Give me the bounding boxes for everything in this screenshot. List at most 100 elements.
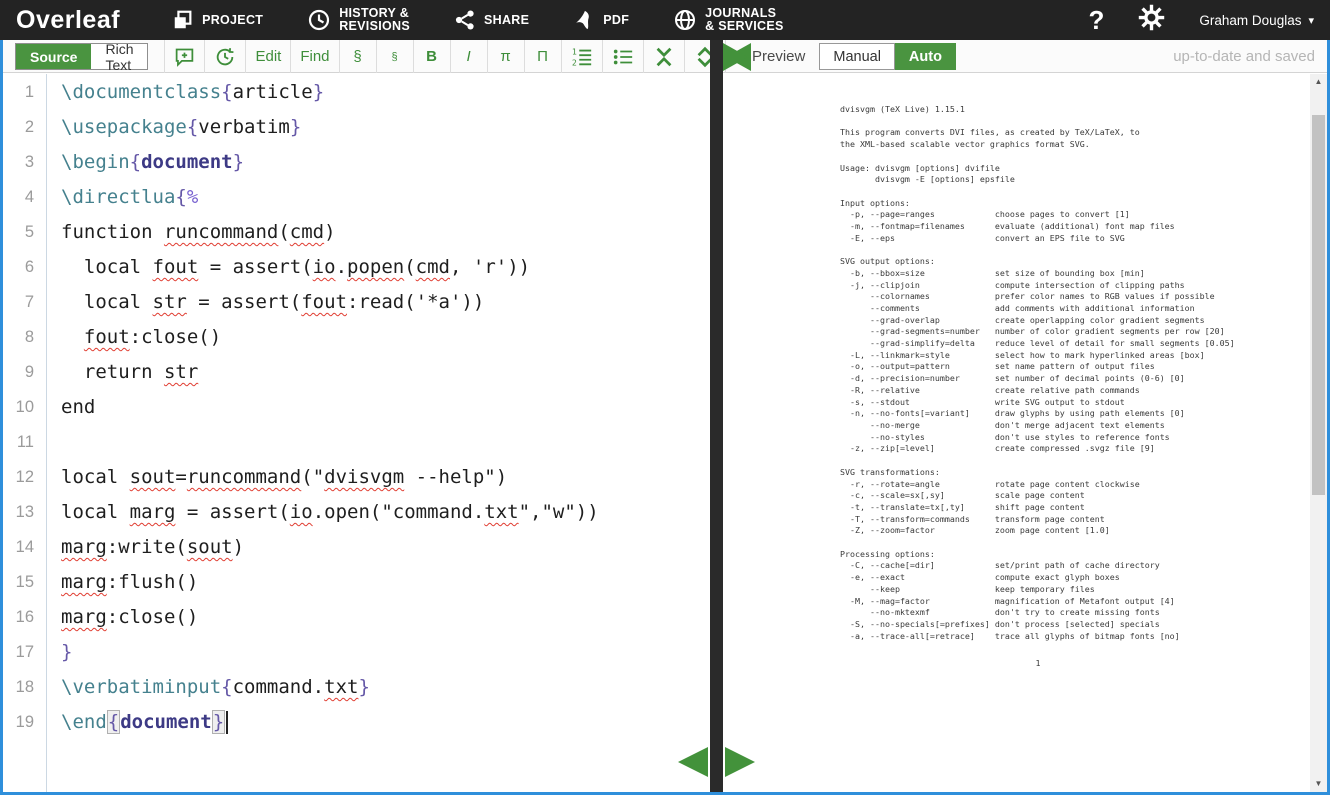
- nav-project-label: PROJECT: [202, 14, 263, 27]
- user-menu[interactable]: Graham Douglas ▾: [1199, 13, 1314, 28]
- code-line[interactable]: function runcommand(cmd): [61, 215, 710, 250]
- inline-math-button[interactable]: π: [488, 40, 525, 73]
- source-editor[interactable]: 12345678910111213141516171819 \documentc…: [3, 74, 710, 792]
- tab-rich-text[interactable]: Rich Text: [91, 44, 147, 69]
- expand-preview-arrow-bottom[interactable]: [725, 747, 755, 777]
- user-name: Graham Douglas: [1199, 13, 1301, 28]
- section-button[interactable]: §: [340, 40, 377, 73]
- numbered-list-icon: 12: [571, 46, 593, 68]
- collapse-editor-arrow-bottom[interactable]: [678, 747, 708, 777]
- pdf-icon: [573, 9, 595, 31]
- bold-button[interactable]: B: [414, 40, 451, 73]
- save-status: up-to-date and saved: [1173, 48, 1327, 65]
- italic-button[interactable]: I: [451, 40, 488, 73]
- nav-pdf-label: PDF: [603, 14, 629, 27]
- pdf-preview-pane: dvisvgm (TeX Live) 1.15.1 This program c…: [723, 74, 1327, 792]
- gear-icon[interactable]: [1138, 4, 1165, 36]
- code-line[interactable]: local str = assert(fout:read('*a')): [61, 285, 710, 320]
- history-clock-icon: [214, 46, 236, 68]
- text-cursor: [226, 711, 228, 734]
- display-math-button[interactable]: Π: [525, 40, 562, 73]
- line-number: 17: [3, 635, 46, 670]
- unfold-less-button[interactable]: [644, 40, 685, 73]
- compile-mode-toggle: Manual Auto: [819, 43, 956, 70]
- subsection-button[interactable]: §: [377, 40, 414, 73]
- auto-compile-button[interactable]: Auto: [895, 43, 956, 70]
- pane-divider[interactable]: [710, 40, 723, 795]
- overleaf-logo[interactable]: Overleaf: [16, 6, 120, 35]
- code-line[interactable]: fout:close(): [61, 320, 710, 355]
- top-navbar: Overleaf PROJECT HISTORY & REVISIONS SHA…: [0, 0, 1330, 40]
- manual-compile-button[interactable]: Manual: [819, 43, 895, 70]
- line-number: 11: [3, 425, 46, 460]
- code-column[interactable]: \documentclass{article}\usepackage{verba…: [47, 74, 710, 792]
- pdf-text: dvisvgm (TeX Live) 1.15.1 This program c…: [840, 104, 1235, 642]
- history-icon: [307, 8, 331, 32]
- nav-journals-label: JOURNALS & SERVICES: [705, 7, 784, 33]
- help-button[interactable]: ?: [1089, 7, 1105, 33]
- code-line[interactable]: local fout = assert(io.popen(cmd, 'r')): [61, 250, 710, 285]
- code-line[interactable]: \usepackage{verbatim}: [61, 110, 710, 145]
- code-line[interactable]: local marg = assert(io.open("command.txt…: [61, 495, 710, 530]
- code-line[interactable]: [61, 425, 710, 460]
- nav-share[interactable]: SHARE: [454, 9, 529, 31]
- line-number: 1: [3, 75, 46, 110]
- line-number: 15: [3, 565, 46, 600]
- code-line[interactable]: }: [61, 635, 710, 670]
- toolbar: Source Rich Text Edit Find § § B I π Π: [0, 40, 1330, 73]
- code-line[interactable]: end: [61, 390, 710, 425]
- nav-pdf[interactable]: PDF: [573, 9, 629, 31]
- preview-scrollbar[interactable]: ▲ ▼: [1310, 74, 1327, 792]
- bullet-list-icon: [612, 46, 634, 68]
- editor-mode-tabs: Source Rich Text: [15, 43, 148, 70]
- line-number: 4: [3, 180, 46, 215]
- scrollbar-thumb[interactable]: [1312, 115, 1325, 495]
- code-line[interactable]: \documentclass{article}: [61, 75, 710, 110]
- line-number: 2: [3, 110, 46, 145]
- code-line[interactable]: \end{document}: [61, 705, 710, 740]
- line-number: 5: [3, 215, 46, 250]
- code-line[interactable]: \directlua{%: [61, 180, 710, 215]
- nav-right-cluster: ? Graham Douglas ▾: [1089, 4, 1314, 36]
- caret-down-icon: ▾: [1308, 14, 1314, 27]
- share-icon: [454, 9, 476, 31]
- tab-source[interactable]: Source: [16, 44, 91, 69]
- code-line[interactable]: marg:flush(): [61, 565, 710, 600]
- code-line[interactable]: marg:write(sout): [61, 530, 710, 565]
- pdf-page-number: 1: [840, 658, 1236, 668]
- svg-text:2: 2: [571, 57, 576, 67]
- nav-history-label: HISTORY & REVISIONS: [339, 7, 410, 33]
- line-number: 12: [3, 460, 46, 495]
- line-number: 14: [3, 530, 46, 565]
- track-changes-button[interactable]: [205, 40, 246, 73]
- globe-icon: [673, 8, 697, 32]
- line-number: 7: [3, 285, 46, 320]
- svg-text:1: 1: [571, 46, 576, 56]
- nav-project[interactable]: PROJECT: [172, 9, 263, 31]
- nav-journals-services[interactable]: JOURNALS & SERVICES: [673, 7, 784, 33]
- code-line[interactable]: return str: [61, 355, 710, 390]
- preview-toolbar: Preview Manual Auto up-to-date and saved: [723, 40, 1327, 73]
- project-icon: [172, 9, 194, 31]
- code-line[interactable]: \verbatiminput{command.txt}: [61, 670, 710, 705]
- line-number: 6: [3, 250, 46, 285]
- editor-toolbar: Source Rich Text Edit Find § § B I π Π: [3, 40, 710, 73]
- comment-plus-icon: [174, 46, 195, 67]
- code-line[interactable]: local sout=runcommand("dvisvgm --help"): [61, 460, 710, 495]
- bullet-list-button[interactable]: [603, 40, 644, 73]
- edit-menu-button[interactable]: Edit: [246, 40, 291, 73]
- nav-history-revisions[interactable]: HISTORY & REVISIONS: [307, 7, 410, 33]
- code-line[interactable]: \begin{document}: [61, 145, 710, 180]
- line-number: 3: [3, 145, 46, 180]
- expand-preview-arrow[interactable]: [723, 43, 748, 71]
- add-comment-button[interactable]: [165, 40, 205, 73]
- preview-label: Preview: [752, 48, 805, 65]
- scrollbar-up-arrow[interactable]: ▲: [1310, 75, 1327, 89]
- line-number: 18: [3, 670, 46, 705]
- line-number: 19: [3, 705, 46, 740]
- find-button[interactable]: Find: [291, 40, 339, 73]
- numbered-list-button[interactable]: 12: [562, 40, 603, 73]
- scrollbar-down-arrow[interactable]: ▼: [1310, 777, 1327, 791]
- nav-share-label: SHARE: [484, 14, 529, 27]
- code-line[interactable]: marg:close(): [61, 600, 710, 635]
